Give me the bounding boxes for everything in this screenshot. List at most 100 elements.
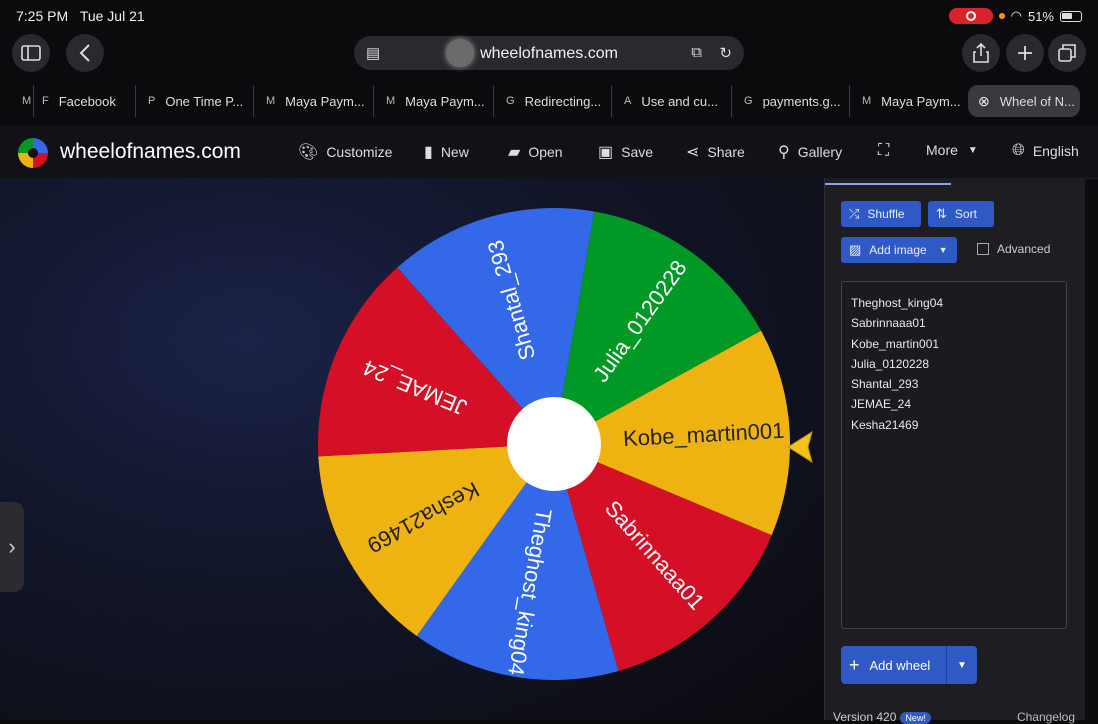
entry-line: JEMAE_24	[851, 397, 912, 412]
panel-tab-indicator	[825, 183, 951, 185]
more-button[interactable]: More ▼	[926, 142, 978, 158]
browser-toolbar: ▤ wheelofnames.com ⧉ ↻	[0, 32, 1098, 74]
entry-line: Kesha21469	[851, 417, 919, 432]
entry-line: Shantal_293	[851, 377, 919, 392]
plus-icon: +	[849, 654, 860, 675]
new-label: New	[440, 144, 469, 160]
wifi-icon: ◠	[1010, 8, 1022, 23]
wheel-center[interactable]	[507, 397, 601, 491]
tab-item[interactable]: M	[0, 85, 34, 117]
fullscreen-button[interactable]: ⛶	[878, 142, 897, 160]
tab-favicon: M	[862, 95, 872, 107]
reload-icon[interactable]: ↻	[719, 44, 732, 62]
tab-overview-icon[interactable]	[1048, 34, 1086, 72]
add-wheel-dropdown[interactable]: ▼	[946, 646, 977, 684]
tab-item[interactable]: P One Time P...	[136, 85, 254, 117]
chevron-down-icon: ▼	[967, 144, 978, 156]
back-button[interactable]	[66, 34, 104, 72]
share-button[interactable]: ⋖ Share	[686, 142, 745, 162]
tab-item[interactable]: M Maya Paym...	[254, 85, 374, 117]
chevron-down-icon: ▼	[957, 659, 967, 671]
tab-label: Maya Paym...	[881, 93, 961, 109]
status-indicators: ◠ 51%	[948, 8, 1082, 24]
chevron-right-icon: ›	[8, 534, 16, 559]
tab-item-active[interactable]: ⊗ Wheel of N...	[968, 85, 1080, 117]
wheel[interactable]: Kobe_martin001Sabrinnaaa01Theghost_king0…	[316, 206, 792, 682]
site-logo-icon[interactable]	[18, 138, 48, 168]
add-image-label: Add image	[869, 243, 927, 257]
add-wheel-button[interactable]: + Add wheel ▼	[841, 646, 977, 684]
sidebar-toggle-icon[interactable]	[12, 34, 50, 72]
open-button[interactable]: ▰ Open	[508, 142, 563, 162]
more-label: More	[926, 142, 958, 158]
tab-item[interactable]: A Use and cu...	[612, 85, 732, 117]
new-tab-icon[interactable]	[1006, 34, 1044, 72]
changelog-link[interactable]: Changelog	[1017, 710, 1075, 724]
address-bar[interactable]: ▤ wheelofnames.com ⧉ ↻	[354, 36, 744, 70]
fullscreen-icon: ⛶	[878, 142, 890, 159]
clock: 7:25 PM	[16, 8, 69, 24]
tab-item[interactable]: G Redirecting...	[494, 85, 612, 117]
expand-panel-handle[interactable]: ›	[0, 502, 24, 592]
entries-textarea[interactable]: Theghost_king04 Sabrinnaaa01 Kobe_martin…	[841, 281, 1067, 629]
entry-line: Sabrinnaaa01	[851, 316, 926, 331]
tab-favicon: G	[744, 95, 753, 107]
date: Tue Jul 21	[79, 8, 145, 24]
new-button[interactable]: ▮ New	[424, 142, 469, 162]
shuffle-button[interactable]: ⤮ Shuffle	[841, 201, 921, 227]
open-label: Open	[528, 144, 563, 160]
translate-icon[interactable]: ⧉	[691, 44, 702, 61]
close-tab-icon[interactable]: ⊗	[978, 93, 990, 110]
tab-favicon: F	[42, 95, 49, 107]
sort-icon: ⇅	[936, 206, 947, 221]
tab-item[interactable]: M Maya Paym...	[850, 85, 968, 117]
add-image-button[interactable]: ▨ Add image ▼	[841, 237, 957, 263]
advanced-label: Advanced	[997, 242, 1051, 256]
tab-label: Facebook	[58, 93, 116, 109]
customize-button[interactable]: 🎨︎ Customize	[298, 142, 392, 162]
entry-line: Theghost_king04	[851, 296, 944, 310]
battery-icon	[1060, 10, 1082, 22]
tab-favicon: M	[266, 95, 276, 107]
site-title[interactable]: wheelofnames.com	[60, 140, 241, 164]
entry-line: Julia_0120228	[851, 356, 930, 371]
save-button[interactable]: ▣ Save	[598, 142, 653, 162]
tab-label: Use and cu...	[641, 93, 718, 109]
shuffle-icon: ⤮	[849, 206, 860, 221]
share-label: Share	[707, 144, 745, 160]
tab-label: payments.g...	[762, 93, 841, 109]
tab-favicon: G	[506, 95, 515, 107]
battery-percent: 51%	[1027, 8, 1054, 24]
tab-favicon: M	[386, 95, 396, 107]
language-button[interactable]: 🌐︎ English	[1012, 142, 1079, 160]
gallery-button[interactable]: ⚲ Gallery	[778, 142, 842, 162]
image-icon: ▨	[849, 242, 862, 257]
status-time: 7:25 PM Tue Jul 21	[16, 8, 145, 24]
share-nodes-icon: ⋖	[686, 144, 700, 161]
add-wheel-label: Add wheel	[869, 657, 931, 673]
new-badge: New!	[900, 712, 931, 724]
tab-label: Maya Paym...	[285, 93, 365, 109]
share-icon[interactable]	[962, 34, 1000, 72]
entry-line: Kobe_martin001	[851, 336, 940, 351]
palette-icon: 🎨︎	[298, 144, 319, 161]
url-text: wheelofnames.com	[480, 45, 618, 62]
tab-item[interactable]: F Facebook	[34, 85, 136, 117]
advanced-checkbox[interactable]	[977, 243, 989, 255]
site-header: wheelofnames.com 🎨︎ Customize ▮ New ▰ Open …	[0, 126, 1098, 179]
language-label: English	[1032, 143, 1079, 159]
sort-button[interactable]: ⇅ Sort	[928, 201, 994, 227]
search-icon: ⚲	[778, 144, 790, 161]
sort-label: Sort	[954, 207, 977, 221]
tab-item[interactable]: G payments.g...	[732, 85, 850, 117]
save-icon: ▣	[598, 144, 614, 161]
tab-label: Wheel of N...	[999, 93, 1075, 109]
tab-favicon: M	[22, 95, 32, 107]
document-icon: ▮	[424, 144, 433, 161]
folder-open-icon: ▰	[508, 144, 521, 161]
tab-item[interactable]: M Maya Paym...	[374, 85, 494, 117]
advanced-toggle[interactable]: Advanced	[977, 242, 1050, 256]
save-label: Save	[621, 144, 654, 160]
version-label: Version 420	[833, 710, 897, 724]
gallery-label: Gallery	[797, 144, 843, 160]
